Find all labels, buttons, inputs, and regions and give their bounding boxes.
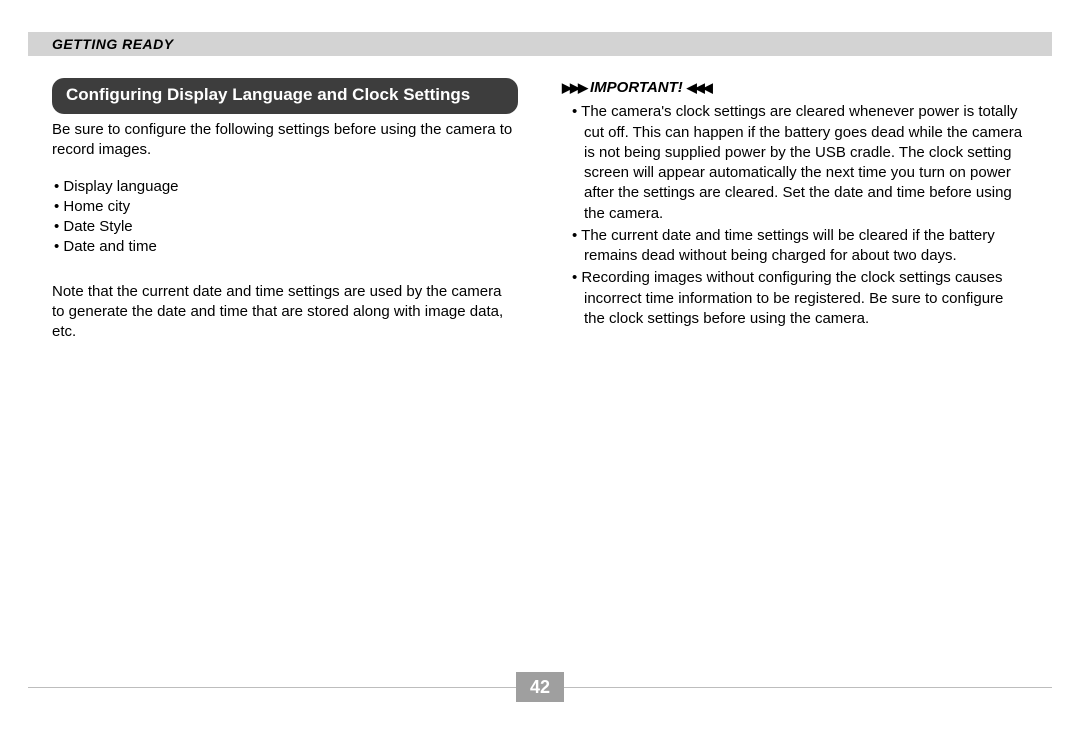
important-heading: ▶▶▶ IMPORTANT! ◀◀◀ bbox=[562, 78, 1028, 98]
section-heading: Configuring Display Language and Clock S… bbox=[52, 78, 518, 114]
note-paragraph: Note that the current date and time sett… bbox=[52, 282, 518, 343]
list-item: Date Style bbox=[54, 217, 518, 237]
page-footer: 42 bbox=[28, 672, 1052, 702]
list-item: Date and time bbox=[54, 237, 518, 257]
content-columns: Configuring Display Language and Clock S… bbox=[52, 78, 1028, 670]
page-number: 42 bbox=[530, 677, 550, 698]
list-item: Home city bbox=[54, 197, 518, 217]
manual-page: GETTING READY Configuring Display Langua… bbox=[0, 0, 1080, 730]
arrows-left-icon: ◀◀◀ bbox=[687, 79, 711, 97]
important-list: The camera's clock settings are cleared … bbox=[562, 102, 1028, 329]
list-item: Recording images without configuring the… bbox=[584, 268, 1028, 329]
chapter-header-bar: GETTING READY bbox=[28, 32, 1052, 56]
list-item: The camera's clock settings are cleared … bbox=[584, 102, 1028, 224]
important-label: IMPORTANT! bbox=[590, 78, 683, 98]
settings-bullet-list: Display language Home city Date Style Da… bbox=[54, 177, 518, 258]
right-column: ▶▶▶ IMPORTANT! ◀◀◀ The camera's clock se… bbox=[562, 78, 1028, 670]
list-item: The current date and time settings will … bbox=[584, 226, 1028, 267]
page-number-badge: 42 bbox=[516, 672, 564, 702]
arrows-right-icon: ▶▶▶ bbox=[562, 79, 586, 97]
intro-paragraph: Be sure to configure the following setti… bbox=[52, 120, 518, 161]
left-column: Configuring Display Language and Clock S… bbox=[52, 78, 518, 670]
list-item: Display language bbox=[54, 177, 518, 197]
chapter-title: GETTING READY bbox=[52, 36, 174, 52]
